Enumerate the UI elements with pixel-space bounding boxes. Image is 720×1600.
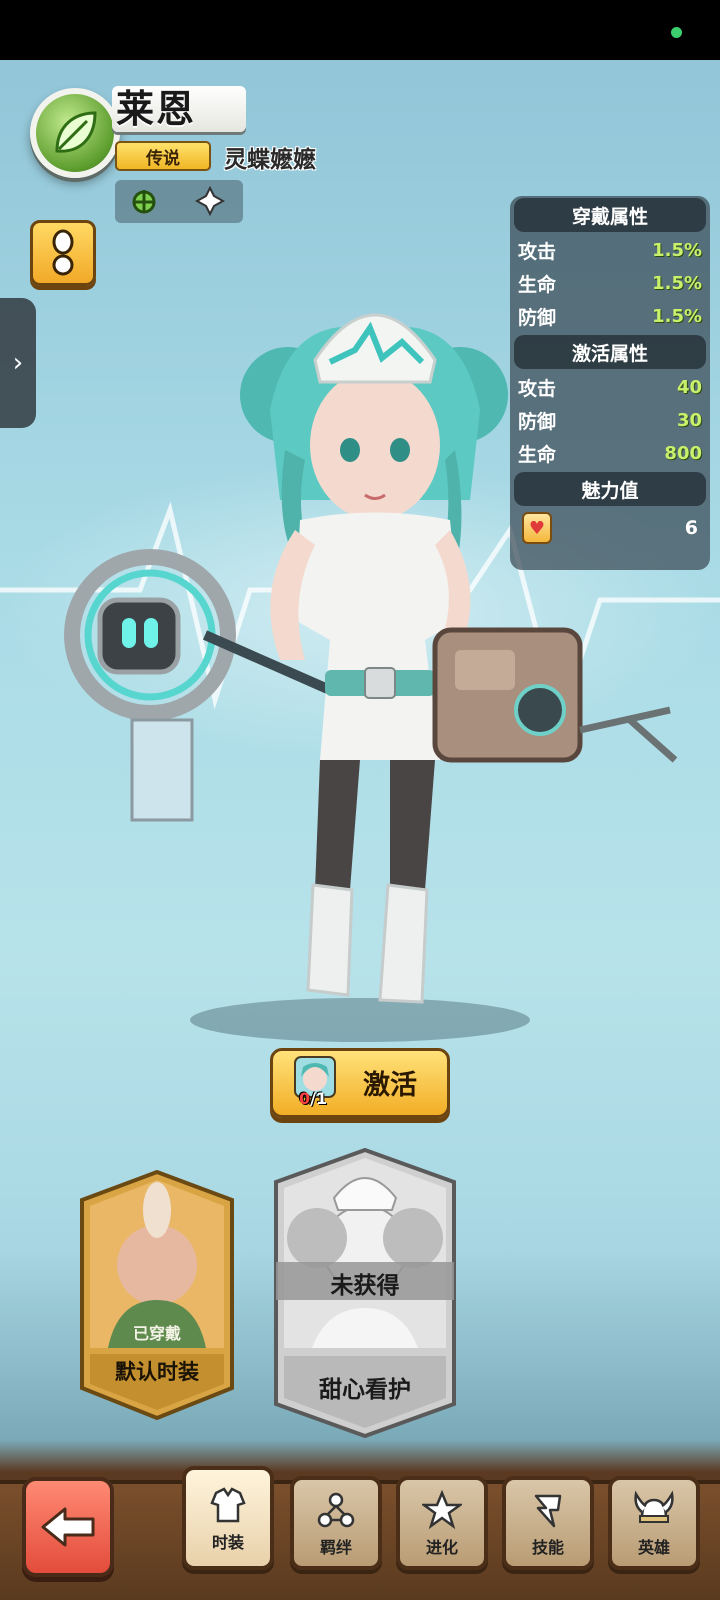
trait-icons [115,180,243,223]
costume-name: 甜心看护 [319,1377,411,1403]
star-icon [420,1488,464,1532]
hero-character-model[interactable] [30,290,710,1050]
wear-stats-header: 穿戴属性 [514,198,706,232]
tab-evolve[interactable]: 进化 [396,1476,488,1570]
nature-element-badge [30,88,120,178]
costume-icon [206,1483,250,1527]
unowned-status: 未获得 [330,1273,400,1299]
hero-title: 灵蝶嬷嬷 [224,147,316,173]
leaf-icon [55,111,97,153]
back-button[interactable] [22,1477,114,1577]
status-indicator-dot [671,27,682,38]
faction-icon[interactable] [127,184,161,218]
activate-label: 激活 [363,1070,417,1101]
class-icon[interactable] [193,184,227,218]
tab-skill[interactable]: 技能 [502,1476,594,1570]
skill-icon [526,1488,570,1532]
tab-costume[interactable]: 时装 [182,1466,274,1570]
stat-row: 攻击 1.5% [518,240,702,263]
tab-hero[interactable]: 英雄 [608,1476,700,1570]
costume-card-nurse[interactable]: 未获得 甜心看护 [272,1148,458,1438]
rarity-tag: 传说 [115,141,211,171]
status-bar [0,0,720,60]
activate-button[interactable]: 0/1 激活 [270,1048,450,1118]
chevron-right-icon: › [12,348,24,378]
info-button[interactable] [30,220,96,286]
info-icon [52,229,74,276]
costume-card-default[interactable]: 已穿戴 默认时装 [78,1170,236,1420]
shard-count: 0/1 [299,1089,328,1108]
arrow-left-icon [41,1507,95,1547]
equipped-status: 已穿戴 [132,1324,181,1343]
hero-name: 莱恩 [116,87,197,131]
viking-helmet-icon [632,1488,676,1532]
bond-icon [314,1488,358,1532]
tab-bond[interactable]: 羁绊 [290,1476,382,1570]
costume-name: 默认时装 [115,1360,199,1384]
